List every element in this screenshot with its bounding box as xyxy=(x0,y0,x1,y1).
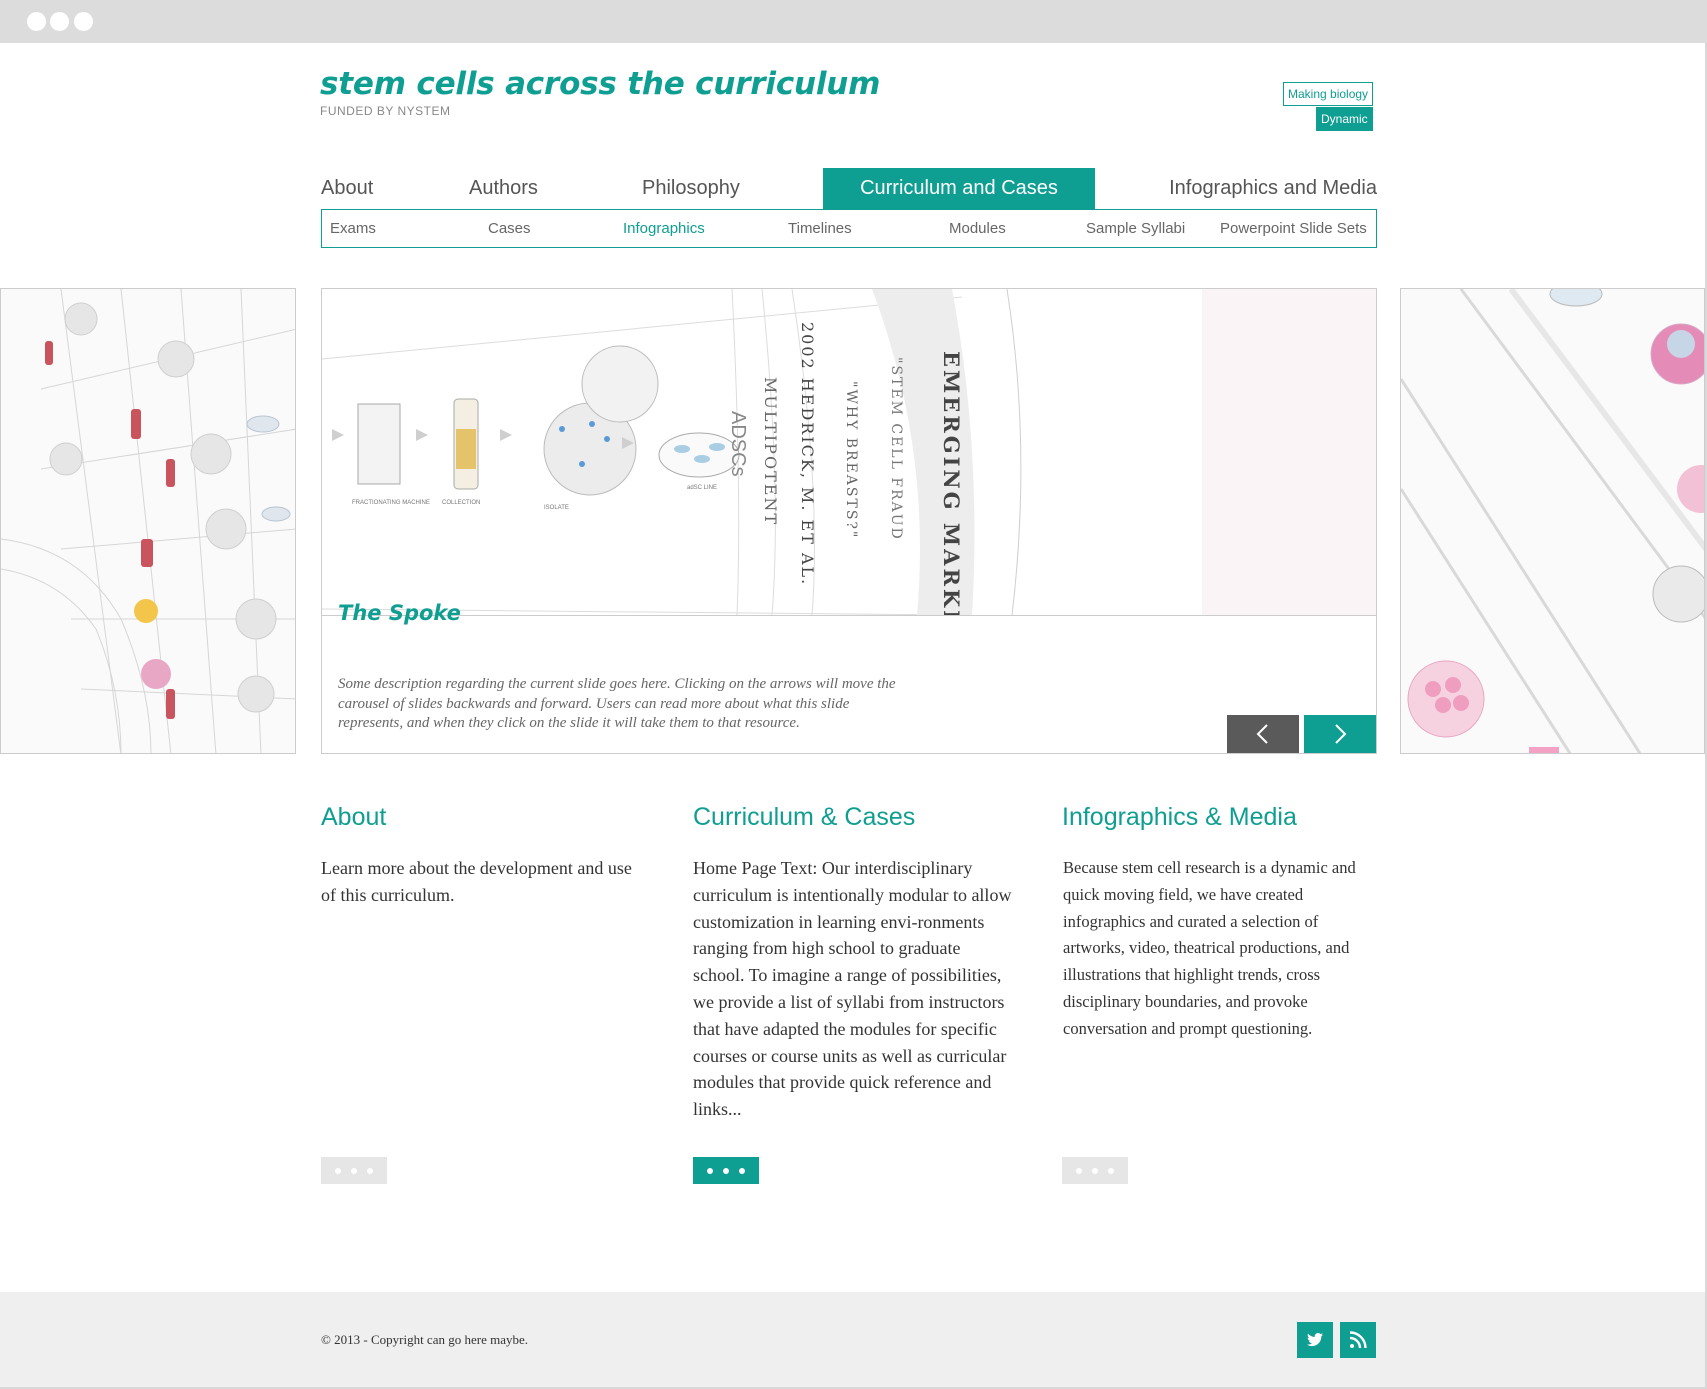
svg-text:COLLECTION: COLLECTION xyxy=(442,500,480,506)
subnav-item-infographics[interactable]: Infographics xyxy=(623,210,705,247)
main-nav: About Authors Philosophy Curriculum and … xyxy=(321,168,1377,209)
sub-nav: Exams Cases Infographics Timelines Modul… xyxy=(321,209,1377,248)
slide-title: The Spoke xyxy=(338,601,461,625)
site-title[interactable]: stem cells across the curriculum xyxy=(320,66,880,102)
svg-text:adSC LINE: adSC LINE xyxy=(687,485,717,491)
twitter-icon xyxy=(1307,1333,1323,1347)
svg-text:"STEM CELL FRAUD: "STEM CELL FRAUD xyxy=(888,357,904,541)
rss-button[interactable] xyxy=(1340,1322,1376,1358)
nav-item-curriculum-and-cases[interactable]: Curriculum and Cases xyxy=(823,168,1095,209)
browser-chrome xyxy=(0,0,1707,43)
infographics-media-text: Because stem cell research is a dynamic … xyxy=(1063,858,1356,1038)
about-heading: About xyxy=(321,803,387,831)
carousel-next-button[interactable] xyxy=(1304,715,1376,753)
window-dot-icon xyxy=(74,12,93,31)
carousel-preview-left[interactable] xyxy=(0,288,296,754)
window-dot-icon xyxy=(50,12,69,31)
carousel-slide[interactable]: FRACTIONATING MACHINE COLLECTION ISOLATE… xyxy=(321,288,1377,754)
subnav-item-modules[interactable]: Modules xyxy=(949,210,1006,247)
subnav-item-sample-syllabi[interactable]: Sample Syllabi xyxy=(1086,210,1185,247)
svg-text:MULTIPOTENT: MULTIPOTENT xyxy=(761,377,780,526)
svg-text:2002 HEDRICK, M. ET AL.: 2002 HEDRICK, M. ET AL. xyxy=(798,322,817,586)
curriculum-cases-text: Home Page Text: Our interdisciplinary cu… xyxy=(693,858,1012,1120)
about-more-button[interactable] xyxy=(321,1157,387,1184)
nav-item-authors[interactable]: Authors xyxy=(469,168,538,209)
infographic-art xyxy=(1,289,295,753)
svg-text:FRACTIONATING MACHINE: FRACTIONATING MACHINE xyxy=(352,500,430,506)
subnav-item-exams[interactable]: Exams xyxy=(330,210,376,247)
tagline-badge: Making biology xyxy=(1283,82,1374,106)
chevron-right-icon xyxy=(1335,724,1347,744)
twitter-button[interactable] xyxy=(1297,1322,1333,1358)
infographics-media-more-button[interactable] xyxy=(1062,1157,1128,1184)
site-subtitle: FUNDED BY NYSTEM xyxy=(320,104,451,118)
window-dot-icon xyxy=(27,12,46,31)
rss-icon xyxy=(1349,1331,1367,1349)
svg-text:ISOLATE: ISOLATE xyxy=(544,505,569,511)
nav-item-about[interactable]: About xyxy=(321,168,373,209)
svg-text:EMERGING MARKETS: EMERGING MARKETS xyxy=(939,351,964,615)
subnav-item-timelines[interactable]: Timelines xyxy=(788,210,852,247)
curriculum-cases-heading: Curriculum & Cases xyxy=(693,803,916,831)
nav-item-infographics-and-media[interactable]: Infographics and Media xyxy=(1169,168,1377,209)
subnav-item-powerpoint-slide-sets[interactable]: Powerpoint Slide Sets xyxy=(1220,210,1367,247)
infographic-art: FRACTIONATING MACHINE COLLECTION ISOLATE… xyxy=(322,289,1376,615)
subnav-item-cases[interactable]: Cases xyxy=(488,210,531,247)
carousel-prev-button[interactable] xyxy=(1227,715,1299,753)
footer xyxy=(0,1292,1705,1387)
infographic-art xyxy=(1401,289,1704,753)
copyright-text: © 2013 - Copyright can go here maybe. xyxy=(321,1332,528,1347)
svg-text:"WHY BREASTS?": "WHY BREASTS?" xyxy=(843,381,859,539)
chevron-left-icon xyxy=(1256,724,1268,744)
svg-text:ADSCs: ADSCs xyxy=(727,411,749,477)
nav-item-philosophy[interactable]: Philosophy xyxy=(642,168,740,209)
tagline-badge-highlight: Dynamic xyxy=(1316,107,1373,131)
about-text: Learn more about the development and use… xyxy=(321,858,632,905)
curriculum-cases-more-button[interactable] xyxy=(693,1157,759,1184)
carousel-preview-right[interactable] xyxy=(1400,288,1705,754)
slide-description: Some description regarding the current s… xyxy=(338,676,896,731)
infographics-media-heading: Infographics & Media xyxy=(1062,803,1297,831)
